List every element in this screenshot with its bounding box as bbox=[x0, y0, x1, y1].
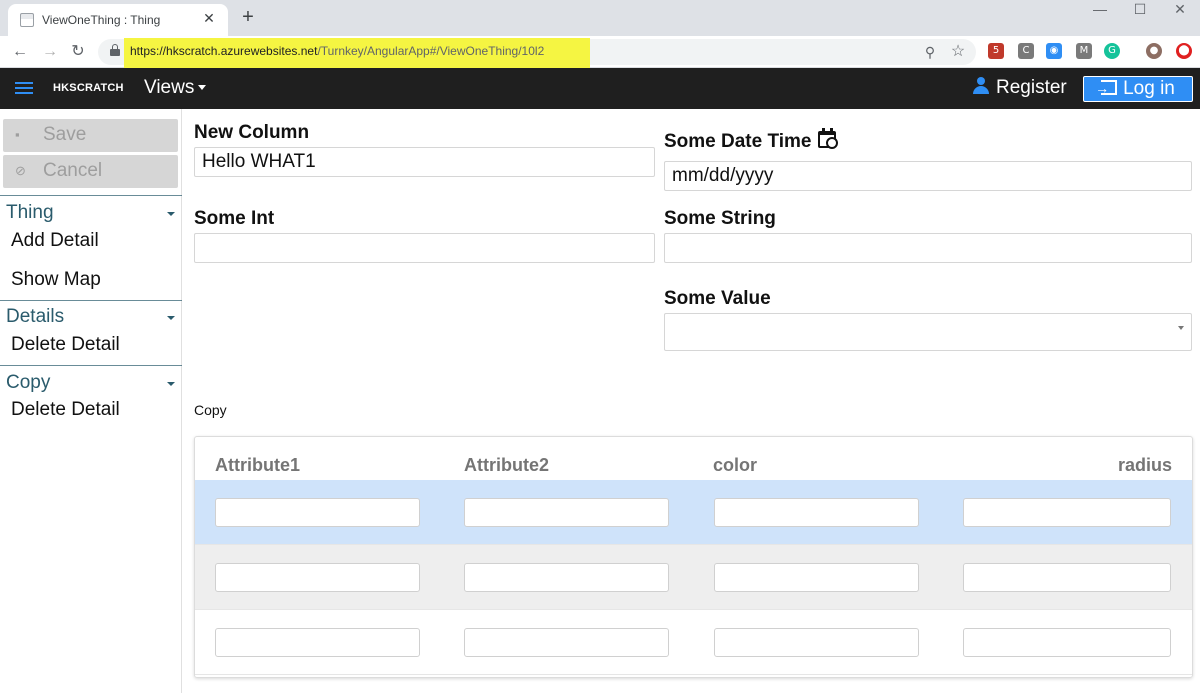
browser-tab[interactable]: ViewOneThing : Thing ✕ bbox=[8, 4, 228, 36]
url-host: https://hkscratch.azurewebsites.net bbox=[130, 44, 318, 58]
sidebar-item-copy-delete-detail[interactable]: Delete Detail bbox=[11, 399, 120, 421]
views-label: Views bbox=[144, 77, 195, 98]
sidebar-item-delete-detail[interactable]: Delete Detail bbox=[11, 334, 120, 356]
minimize-button[interactable]: — bbox=[1078, 0, 1122, 24]
sidebar-divider bbox=[0, 195, 182, 196]
sidebar-section-copy[interactable]: Copy bbox=[6, 372, 178, 394]
some-date-time-label-row: Some Date Time bbox=[664, 128, 839, 153]
color-cell-input[interactable] bbox=[714, 628, 919, 657]
url-path: /Turnkey/AngularApp#/ViewOneThing/10l2 bbox=[317, 44, 545, 58]
login-label: Log in bbox=[1123, 78, 1175, 99]
extension-badge-icon[interactable]: 5 bbox=[988, 43, 1004, 59]
chevron-down-icon bbox=[1178, 326, 1184, 330]
attribute2-cell-input[interactable] bbox=[464, 498, 669, 527]
page-favicon-icon bbox=[20, 13, 34, 27]
profile-avatar-icon[interactable]: ● bbox=[1146, 43, 1162, 59]
some-value-label: Some Value bbox=[664, 288, 771, 309]
column-header-color[interactable]: color bbox=[713, 455, 757, 476]
some-value-select[interactable] bbox=[664, 313, 1192, 351]
app-navbar: HKSCRATCH Views Register bbox=[0, 68, 1200, 109]
login-button[interactable]: Log in bbox=[1083, 76, 1193, 102]
radius-cell-input[interactable] bbox=[963, 563, 1171, 592]
cancel-label: Cancel bbox=[43, 160, 103, 181]
close-window-button[interactable]: ✕ bbox=[1158, 0, 1200, 24]
new-column-input[interactable] bbox=[194, 147, 655, 177]
section-title: Thing bbox=[6, 202, 54, 223]
column-header-attribute1[interactable]: Attribute1 bbox=[215, 455, 300, 476]
some-string-label: Some String bbox=[664, 208, 776, 229]
new-column-label: New Column bbox=[194, 122, 310, 143]
attribute1-cell-input[interactable] bbox=[215, 563, 420, 592]
attribute1-cell-input[interactable] bbox=[215, 498, 420, 527]
sidebar-section-thing[interactable]: Thing bbox=[6, 202, 178, 224]
tab-close-icon[interactable]: ✕ bbox=[200, 10, 218, 27]
brand-name[interactable]: HKSCRATCH bbox=[53, 82, 124, 94]
bookmark-star-icon[interactable]: ☆ bbox=[946, 40, 970, 64]
back-button[interactable]: ← bbox=[8, 40, 32, 64]
lock-icon bbox=[110, 44, 120, 56]
tab-title: ViewOneThing : Thing bbox=[42, 13, 161, 27]
some-int-input[interactable] bbox=[194, 233, 655, 263]
attribute2-cell-input[interactable] bbox=[464, 628, 669, 657]
chevron-down-icon bbox=[167, 316, 175, 320]
column-header-radius[interactable]: radius bbox=[1118, 455, 1172, 476]
cancel-icon: ⊘ bbox=[15, 163, 26, 178]
some-string-input[interactable] bbox=[664, 233, 1192, 263]
save-icon: ▪ bbox=[15, 127, 20, 142]
forward-button[interactable]: → bbox=[38, 40, 62, 64]
save-button[interactable]: ▪ Save bbox=[3, 119, 178, 152]
browser-tab-strip: ViewOneThing : Thing ✕ + — ☐ ✕ bbox=[0, 0, 1200, 36]
extension-globe-icon[interactable]: ◉ bbox=[1046, 43, 1062, 59]
sidebar-item-add-detail[interactable]: Add Detail bbox=[11, 230, 99, 252]
color-cell-input[interactable] bbox=[714, 563, 919, 592]
chevron-down-icon bbox=[167, 212, 175, 216]
radius-cell-input[interactable] bbox=[963, 498, 1171, 527]
sidebar-section-details[interactable]: Details bbox=[6, 306, 178, 328]
sidebar-divider bbox=[0, 300, 182, 301]
register-label: Register bbox=[996, 77, 1067, 98]
zoom-icon[interactable]: ⚲ bbox=[918, 40, 942, 64]
section-title: Copy bbox=[6, 372, 51, 393]
register-link[interactable]: Register bbox=[972, 77, 1067, 99]
some-date-time-label: Some Date Time bbox=[664, 131, 812, 152]
copy-grid-title: Copy bbox=[194, 402, 227, 418]
new-tab-button[interactable]: + bbox=[236, 6, 260, 29]
hamburger-menu-icon[interactable] bbox=[15, 82, 33, 95]
chevron-down-icon bbox=[167, 382, 175, 386]
extension-m-icon[interactable]: M bbox=[1076, 43, 1092, 59]
section-title: Details bbox=[6, 306, 65, 327]
cancel-button[interactable]: ⊘ Cancel bbox=[3, 155, 178, 188]
user-icon bbox=[972, 77, 990, 95]
calendar-clock-icon[interactable] bbox=[817, 128, 839, 150]
sidebar-item-show-map[interactable]: Show Map bbox=[11, 269, 101, 291]
url-text[interactable]: https://hkscratch.azurewebsites.net/Turn… bbox=[130, 44, 544, 58]
extension-grammarly-icon[interactable]: G bbox=[1104, 43, 1120, 59]
column-header-attribute2[interactable]: Attribute2 bbox=[464, 455, 549, 476]
some-int-label: Some Int bbox=[194, 208, 275, 229]
reload-button[interactable]: ↻ bbox=[66, 40, 90, 64]
color-cell-input[interactable] bbox=[714, 498, 919, 527]
radius-cell-input[interactable] bbox=[963, 628, 1171, 657]
extension-c-icon[interactable]: C bbox=[1018, 43, 1034, 59]
extension-red-icon[interactable]: ⬤ bbox=[1176, 43, 1192, 59]
some-date-time-input[interactable] bbox=[664, 161, 1192, 191]
save-label: Save bbox=[43, 124, 87, 145]
views-dropdown[interactable]: Views bbox=[144, 77, 207, 99]
attribute1-cell-input[interactable] bbox=[215, 628, 420, 657]
maximize-button[interactable]: ☐ bbox=[1118, 0, 1162, 24]
login-icon bbox=[1095, 76, 1118, 100]
attribute2-cell-input[interactable] bbox=[464, 563, 669, 592]
sidebar-divider bbox=[0, 365, 182, 366]
chevron-down-icon bbox=[198, 85, 207, 91]
